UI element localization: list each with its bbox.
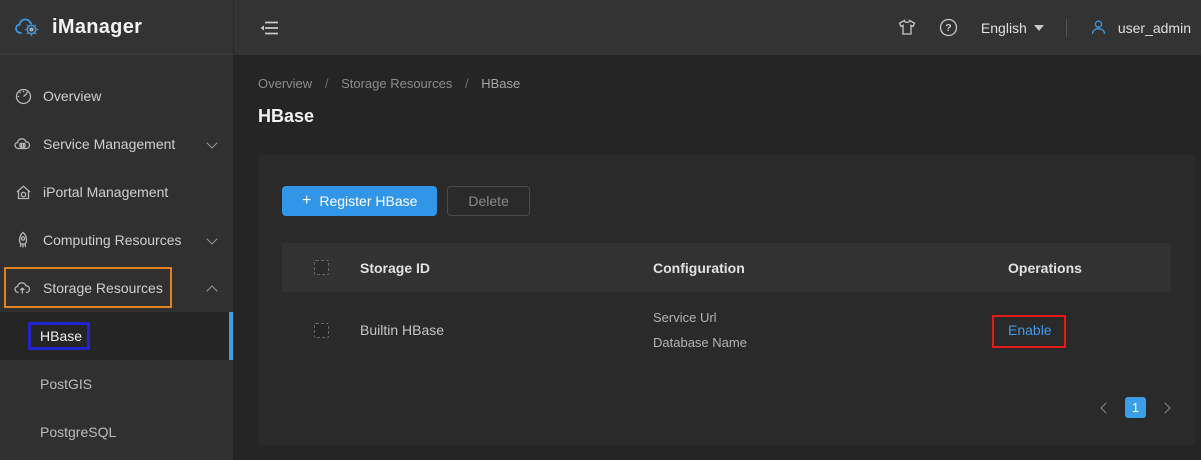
sidebar-item-label: iPortal Management [43, 184, 168, 200]
chevron-up-icon [208, 284, 217, 293]
help-icon[interactable]: ? [939, 18, 959, 38]
pagination: 1 [258, 397, 1171, 418]
sidebar-item-iportal-management[interactable]: iPortal Management [0, 168, 233, 216]
sidebar: iManager Overview Service Management iPo… [0, 0, 233, 460]
cloud-service-icon [14, 135, 32, 153]
content-panel: + Register HBase Delete Storage ID Confi… [258, 155, 1195, 445]
cell-configuration: Service Url Database Name [653, 305, 1008, 355]
sidebar-item-overview[interactable]: Overview [0, 72, 233, 120]
sidebar-item-label: Overview [43, 88, 101, 104]
sidebar-item-label: Service Management [43, 136, 175, 152]
menu-collapse-icon[interactable] [259, 18, 279, 38]
storage-table: Storage ID Configuration Operations Buil… [282, 243, 1171, 368]
sidebar-subitem-label: PostGIS [40, 376, 92, 392]
column-header-configuration: Configuration [653, 260, 1008, 276]
plus-icon: + [302, 193, 311, 209]
cloud-gear-logo-icon [14, 14, 42, 40]
topbar: ? English user_admin [233, 0, 1201, 55]
register-hbase-label: Register HBase [319, 193, 417, 209]
breadcrumb-item-storage-resources[interactable]: Storage Resources [341, 76, 452, 91]
config-database-name: Database Name [653, 330, 1008, 355]
config-service-url: Service Url [653, 305, 1008, 330]
table-row: Builtin HBase Service Url Database Name … [282, 292, 1171, 368]
sidebar-subitem-label: PostgreSQL [40, 424, 116, 440]
cell-storage-id: Builtin HBase [360, 322, 653, 338]
column-header-operations: Operations [1008, 260, 1171, 276]
delete-button[interactable]: Delete [447, 186, 529, 216]
enable-link[interactable]: Enable [1008, 322, 1052, 338]
page-title: HBase [258, 106, 314, 127]
breadcrumb-separator: / [465, 76, 469, 91]
home-icon [14, 183, 32, 201]
breadcrumb-item-overview[interactable]: Overview [258, 76, 312, 91]
username: user_admin [1118, 20, 1191, 36]
pagination-prev-icon[interactable] [1100, 403, 1110, 413]
breadcrumb-item-hbase: HBase [481, 76, 520, 91]
sidebar-nav: Overview Service Management iPortal Mana… [0, 72, 233, 456]
user-menu[interactable]: user_admin [1089, 18, 1191, 38]
select-all-checkbox[interactable] [314, 260, 329, 275]
sidebar-item-computing-resources[interactable]: Computing Resources [0, 216, 233, 264]
chevron-down-icon [208, 236, 217, 245]
sidebar-item-service-management[interactable]: Service Management [0, 120, 233, 168]
language-selector[interactable]: English [981, 20, 1044, 36]
theme-skin-icon[interactable] [897, 18, 917, 38]
app-logo: iManager [0, 0, 233, 55]
sidebar-subitem-hbase[interactable]: HBase [0, 312, 233, 360]
pagination-page-1[interactable]: 1 [1125, 397, 1146, 418]
sidebar-item-label: Storage Resources [43, 280, 163, 296]
pagination-next-icon[interactable] [1161, 403, 1171, 413]
breadcrumb: Overview / Storage Resources / HBase [258, 76, 520, 91]
topbar-divider [1066, 19, 1067, 37]
sidebar-item-storage-resources[interactable]: Storage Resources [0, 264, 233, 312]
language-label: English [981, 20, 1027, 36]
svg-text:?: ? [946, 22, 952, 34]
topbar-actions: ? English user_admin [897, 18, 1191, 38]
cell-operations: Enable [1008, 322, 1171, 338]
app-title: iManager [52, 16, 142, 39]
sidebar-subitem-postgresql[interactable]: PostgreSQL [0, 408, 233, 456]
table-header-row: Storage ID Configuration Operations [282, 243, 1171, 292]
chevron-down-icon [208, 140, 217, 149]
rocket-icon [14, 231, 32, 249]
column-header-storage-id: Storage ID [360, 260, 653, 276]
register-hbase-button[interactable]: + Register HBase [282, 186, 437, 216]
row-checkbox[interactable] [314, 323, 329, 338]
breadcrumb-separator: / [325, 76, 329, 91]
chevron-down-icon [1034, 25, 1044, 31]
sidebar-subitem-postgis[interactable]: PostGIS [0, 360, 233, 408]
toolbar: + Register HBase Delete [282, 186, 1195, 216]
sidebar-subitem-label: HBase [40, 328, 82, 344]
user-icon [1089, 18, 1109, 38]
cloud-upload-icon [14, 279, 32, 297]
sidebar-item-label: Computing Resources [43, 232, 182, 248]
dashboard-icon [14, 87, 32, 105]
